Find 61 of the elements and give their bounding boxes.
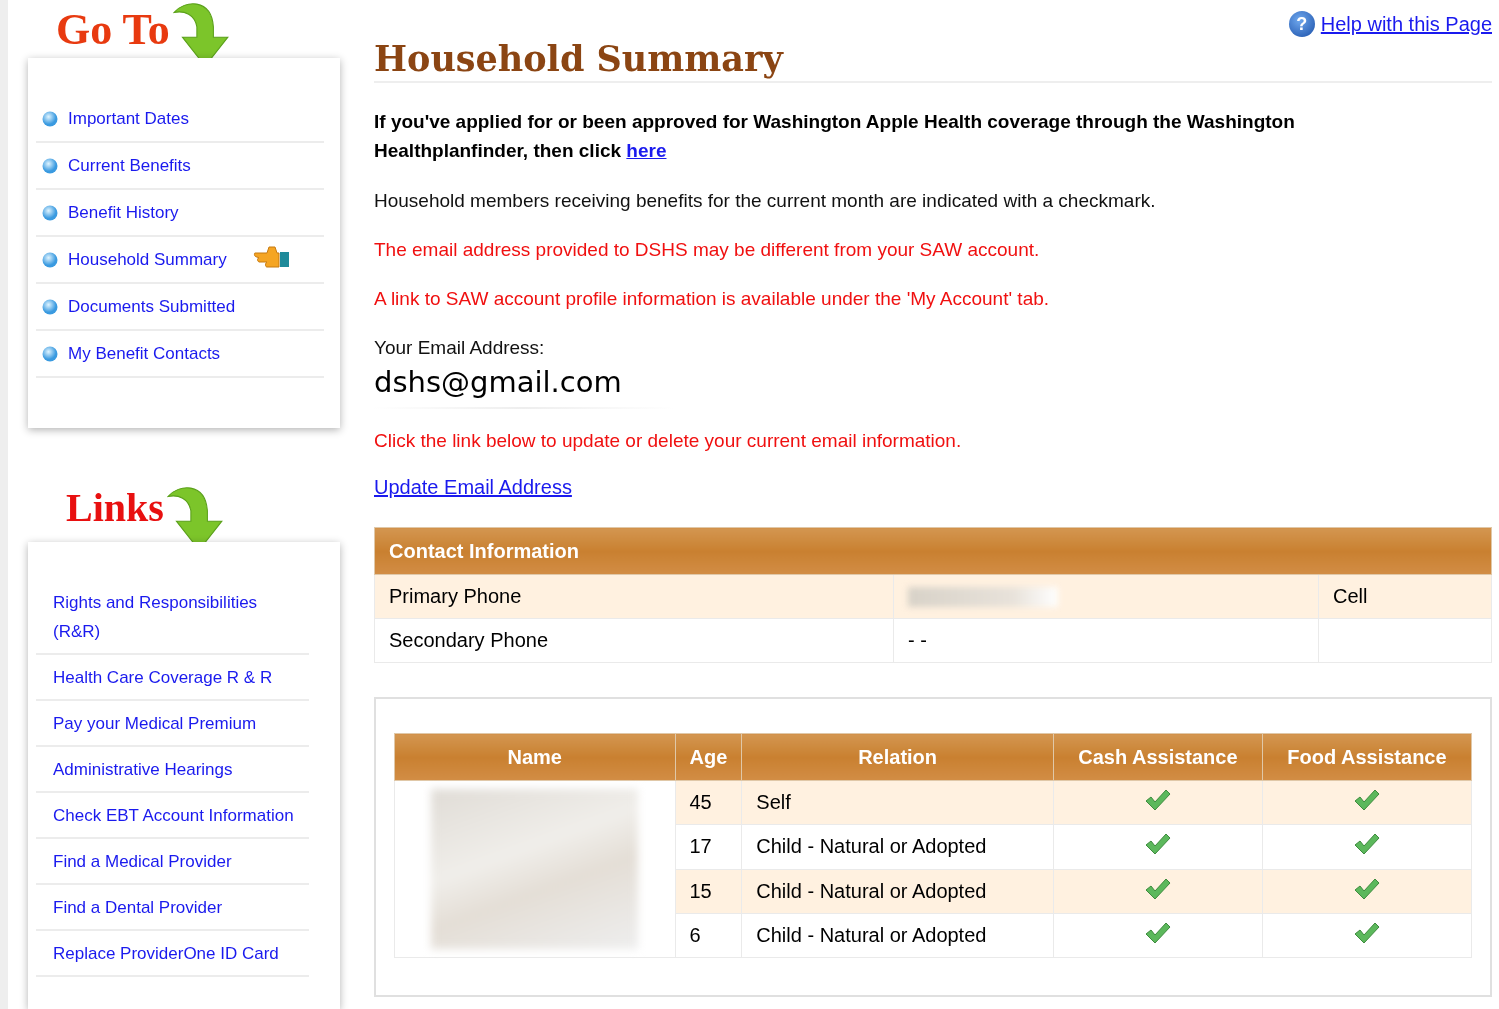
table-cell: Self bbox=[741, 780, 1054, 825]
email-label: Your Email Address: bbox=[374, 336, 546, 360]
goto-heading: Go To bbox=[56, 8, 170, 52]
sidebar-link[interactable]: Find a Medical Provider bbox=[36, 839, 309, 885]
checkmark-icon bbox=[1144, 921, 1171, 944]
bullet-icon bbox=[42, 251, 58, 268]
bullet-icon bbox=[42, 298, 58, 315]
nav-link[interactable]: Benefit History bbox=[36, 190, 324, 237]
sidebar-link[interactable]: Health Care Coverage R & R bbox=[36, 655, 309, 701]
table-cell: Secondary Phone bbox=[374, 618, 894, 663]
bullet-icon bbox=[42, 345, 58, 362]
checkmark-icon bbox=[1353, 877, 1380, 900]
table-cell: Child - Natural or Adopted bbox=[741, 913, 1054, 958]
checkmark-icon bbox=[1144, 789, 1171, 812]
update-note: Click the link below to update or delete your current email information. bbox=[374, 429, 963, 453]
nav-link[interactable]: Important Dates bbox=[36, 96, 324, 143]
sidebar-link[interactable]: Rights and Responsibilities (R&R) bbox=[36, 580, 309, 655]
table-cell: Cell bbox=[1333, 585, 1368, 607]
email-address: dshs@gmail.com bbox=[374, 365, 674, 409]
sidebar-link[interactable]: Administrative Hearings bbox=[36, 747, 309, 793]
table-cell: Child - Natural or Adopted bbox=[741, 869, 1054, 914]
checkmark-icon bbox=[1144, 877, 1171, 900]
sidebar-link[interactable]: Find a Dental Provider bbox=[36, 885, 309, 931]
update-email-link[interactable]: Update Email Address bbox=[374, 476, 572, 499]
column-header: Name bbox=[394, 733, 675, 781]
nav-link[interactable]: Documents Submitted bbox=[36, 284, 324, 331]
nav-link[interactable]: Current Benefits bbox=[36, 143, 324, 190]
bullet-icon bbox=[42, 204, 58, 221]
sidebar-link[interactable]: Pay your Medical Premium bbox=[36, 701, 309, 747]
help-link[interactable]: Help with this Page bbox=[1320, 12, 1492, 36]
table-cell: 6 bbox=[675, 913, 742, 958]
coverage-notice: If you've applied for or been approved for Washington Apple Health coverage through the Washington Healthplanfinder, then click here bbox=[374, 110, 1296, 163]
bullet-icon bbox=[42, 110, 58, 127]
checkmark-icon bbox=[1353, 833, 1380, 856]
checkmark-icon bbox=[1353, 789, 1380, 812]
checkmark-icon bbox=[1353, 921, 1380, 944]
checkmark-icon bbox=[1144, 833, 1171, 856]
column-header: Relation bbox=[741, 733, 1054, 781]
table-cell: 45 bbox=[675, 780, 742, 825]
nav-link[interactable]: Household Summary bbox=[36, 237, 324, 284]
table-cell: Child - Natural or Adopted bbox=[741, 824, 1054, 869]
table-cell: Primary Phone bbox=[374, 574, 894, 619]
table-cell: 17 bbox=[675, 824, 742, 869]
sidebar-link[interactable]: Replace ProviderOne ID Card bbox=[36, 931, 309, 977]
sidebar-link[interactable]: Check EBT Account Information bbox=[36, 793, 309, 839]
info-text: Household members receiving benefits for the current month are indicated with a checkmark. bbox=[374, 189, 1157, 213]
column-header: Cash Assistance bbox=[1053, 733, 1263, 781]
nav-link[interactable]: My Benefit Contacts bbox=[36, 331, 324, 378]
column-header: Age bbox=[675, 733, 742, 781]
table-cell: 15 bbox=[675, 869, 742, 914]
table-header: Contact Information bbox=[374, 527, 1492, 575]
bullet-icon bbox=[42, 157, 58, 174]
warning-text: The email address provided to DSHS may be different from your SAW account. bbox=[374, 238, 1041, 262]
pointing-hand-icon bbox=[252, 245, 291, 269]
page-title: Household Summary bbox=[374, 38, 1492, 83]
help-icon: ? bbox=[1288, 11, 1315, 37]
column-header: Food Assistance bbox=[1262, 733, 1472, 781]
links-heading: Links bbox=[66, 488, 164, 528]
warning-text: A link to SAW account profile information is available under the 'My Account' tab. bbox=[374, 287, 1051, 311]
table-cell: - - bbox=[908, 629, 927, 651]
here-link[interactable]: here bbox=[626, 140, 667, 161]
